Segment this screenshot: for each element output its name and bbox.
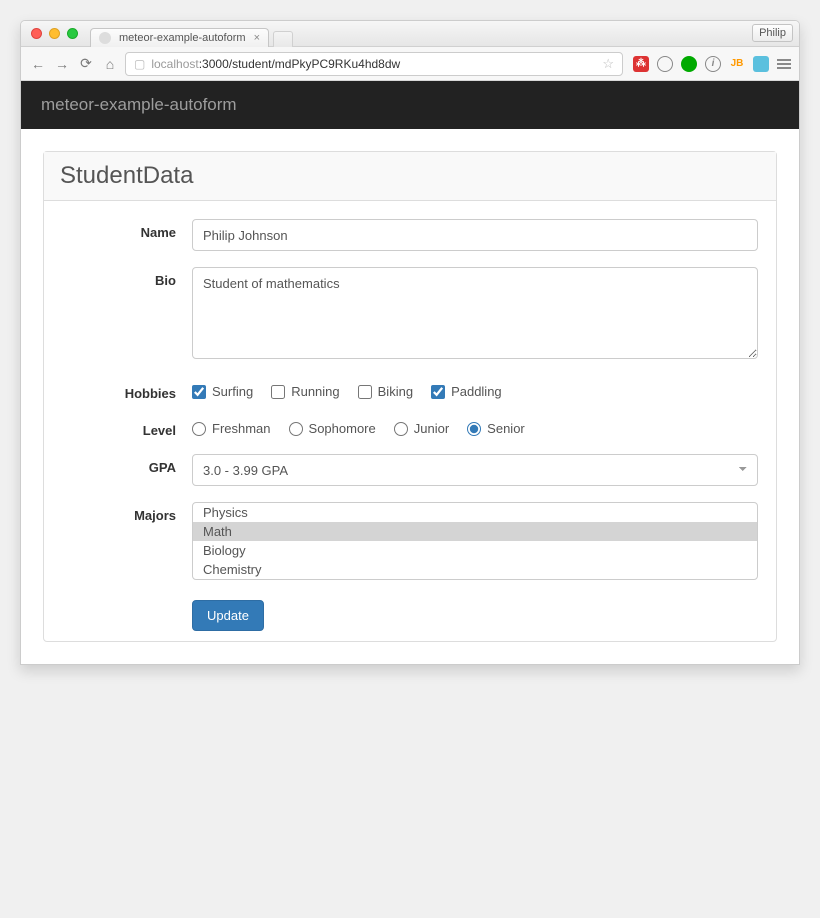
level-row: Level Freshman Sophomore Junior Senior [62, 417, 758, 438]
extension-icon[interactable] [681, 56, 697, 72]
name-input[interactable] [192, 219, 758, 251]
hobby-checkbox[interactable] [192, 385, 206, 399]
level-label-text: Freshman [212, 421, 271, 436]
hobby-checkbox[interactable] [271, 385, 285, 399]
hobby-label: Paddling [451, 384, 502, 399]
hobby-label: Biking [378, 384, 413, 399]
extension-icon[interactable] [753, 56, 769, 72]
level-option[interactable]: Sophomore [289, 421, 376, 436]
home-button[interactable]: ⌂ [101, 56, 119, 72]
level-radio[interactable] [394, 422, 408, 436]
hobby-checkbox[interactable] [358, 385, 372, 399]
maximize-window-icon[interactable] [67, 28, 78, 39]
name-label: Name [62, 219, 192, 240]
profile-button[interactable]: Philip [752, 24, 793, 42]
menu-icon[interactable] [777, 57, 791, 71]
bookmark-star-icon[interactable]: ☆ [602, 56, 614, 72]
hobby-option[interactable]: Running [271, 384, 339, 399]
level-radio[interactable] [289, 422, 303, 436]
bio-row: Bio Student of mathematics [62, 267, 758, 364]
level-label-text: Junior [414, 421, 449, 436]
majors-select[interactable]: PhysicsMathBiologyChemistry [192, 502, 758, 580]
level-label-text: Sophomore [309, 421, 376, 436]
level-label-text: Senior [487, 421, 525, 436]
hobby-option[interactable]: Surfing [192, 384, 253, 399]
hobbies-row: Hobbies Surfing Running Biking Paddling [62, 380, 758, 401]
page-content: StudentData Name Bio Student of mathemat… [21, 129, 799, 664]
extension-icon[interactable] [657, 56, 673, 72]
extension-icon[interactable]: i [705, 56, 721, 72]
tab-strip: meteor-example-autoform × [90, 21, 293, 46]
tab-favicon [99, 32, 111, 44]
level-option[interactable]: Freshman [192, 421, 271, 436]
close-window-icon[interactable] [31, 28, 42, 39]
hobbies-label: Hobbies [62, 380, 192, 401]
name-row: Name [62, 219, 758, 251]
window-controls [21, 28, 78, 39]
major-option[interactable]: Physics [193, 503, 757, 522]
gpa-label: GPA [62, 454, 192, 475]
address-bar[interactable]: ▢ localhost:3000/student/mdPkyPC9RKu4hd8… [125, 52, 623, 76]
level-radio[interactable] [467, 422, 481, 436]
major-option[interactable]: Chemistry [193, 560, 757, 579]
bio-label: Bio [62, 267, 192, 288]
bio-input[interactable]: Student of mathematics [192, 267, 758, 359]
update-button[interactable]: Update [192, 600, 264, 631]
browser-toolbar: ← → ⟳ ⌂ ▢ localhost:3000/student/mdPkyPC… [21, 47, 799, 81]
extension-icon[interactable]: JB [729, 56, 745, 72]
extension-icon[interactable]: ⁂ [633, 56, 649, 72]
navbar-brand[interactable]: meteor-example-autoform [41, 95, 237, 114]
hobby-label: Running [291, 384, 339, 399]
browser-window: meteor-example-autoform × Philip ← → ⟳ ⌂… [20, 20, 800, 665]
majors-row: Majors PhysicsMathBiologyChemistry [62, 502, 758, 580]
level-option[interactable]: Senior [467, 421, 525, 436]
hobby-option[interactable]: Biking [358, 384, 413, 399]
minimize-window-icon[interactable] [49, 28, 60, 39]
new-tab-button[interactable] [273, 31, 293, 47]
level-option[interactable]: Junior [394, 421, 449, 436]
hobby-label: Surfing [212, 384, 253, 399]
url-path: :3000/student/mdPkyPC9RKu4hd8dw [199, 57, 400, 71]
panel-title: StudentData [44, 152, 776, 201]
gpa-select[interactable]: 3.0 - 3.99 GPA [192, 454, 758, 486]
browser-tab[interactable]: meteor-example-autoform × [90, 28, 269, 47]
back-button[interactable]: ← [29, 56, 47, 72]
tab-title: meteor-example-autoform [119, 32, 246, 44]
reload-button[interactable]: ⟳ [77, 55, 95, 72]
hobby-option[interactable]: Paddling [431, 384, 502, 399]
app-navbar: meteor-example-autoform [21, 81, 799, 129]
major-option[interactable]: Biology [193, 541, 757, 560]
level-label: Level [62, 417, 192, 438]
form-panel: StudentData Name Bio Student of mathemat… [43, 151, 777, 642]
gpa-row: GPA 3.0 - 3.99 GPA [62, 454, 758, 486]
page-icon: ▢ [134, 57, 145, 71]
hobby-checkbox[interactable] [431, 385, 445, 399]
level-group: Freshman Sophomore Junior Senior [192, 417, 758, 436]
majors-label: Majors [62, 502, 192, 523]
window-titlebar: meteor-example-autoform × Philip [21, 21, 799, 47]
level-radio[interactable] [192, 422, 206, 436]
forward-button[interactable]: → [53, 56, 71, 72]
form-body: Name Bio Student of mathematics Hobbies … [44, 201, 776, 641]
close-tab-icon[interactable]: × [254, 32, 260, 44]
hobbies-group: Surfing Running Biking Paddling [192, 380, 758, 399]
major-option[interactable]: Math [193, 522, 757, 541]
url-host: localhost [151, 57, 198, 71]
extension-icons: ⁂ i JB [629, 56, 791, 72]
